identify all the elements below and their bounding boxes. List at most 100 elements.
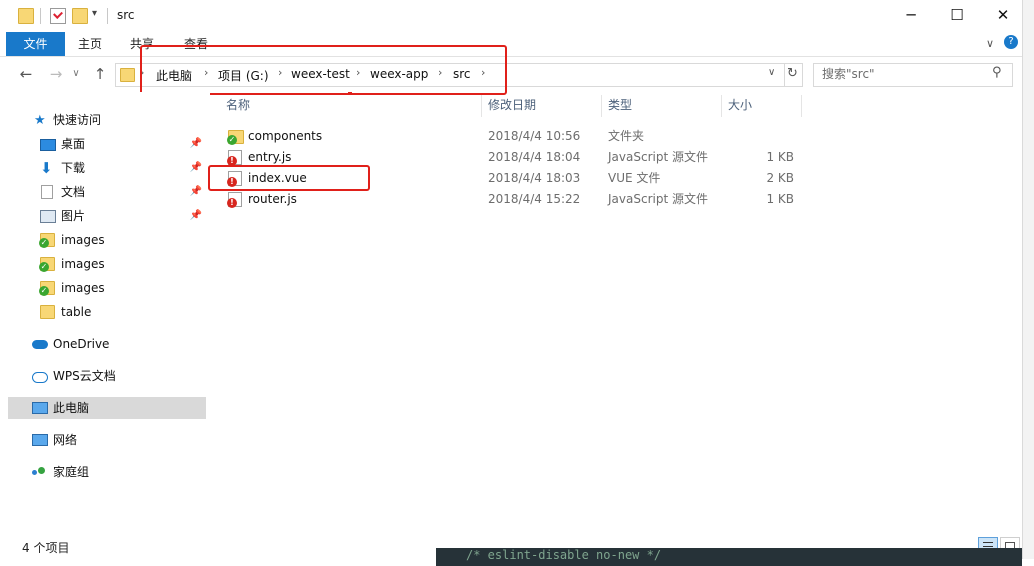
file-size: 2 KB (766, 171, 794, 185)
sync-ok-badge: ✓ (39, 286, 49, 296)
search-icon[interactable]: ⚲ (992, 65, 1002, 80)
sidebar-item-images[interactable]: ✓ images (8, 229, 206, 251)
file-date: 2018/4/4 15:22 (488, 192, 581, 206)
sidebar-item-label: 家庭组 (53, 465, 90, 479)
cloud-icon (32, 340, 48, 349)
column-headers: 名称 修改日期 类型 大小 (218, 93, 802, 117)
synced-folder-icon: ✓ (39, 281, 55, 296)
sidebar-item-network[interactable]: 网络 (8, 429, 206, 451)
synced-folder-icon: ✓ (39, 233, 55, 248)
column-header-type[interactable]: 类型 (600, 93, 720, 117)
file-type: VUE 文件 (608, 171, 661, 185)
homegroup-icon (32, 465, 46, 479)
item-count: 4 个项目 (22, 541, 70, 555)
maximize-button[interactable]: ☐ (934, 0, 980, 31)
file-name: router.js (248, 192, 297, 206)
quick-access-dropdown-icon[interactable]: ▾ (92, 8, 97, 19)
sidebar-item-wps-cloud[interactable]: WPS云文档 (8, 365, 206, 387)
sidebar-item-table[interactable]: table (8, 301, 206, 323)
folder-synced-icon: ✓ (227, 130, 244, 145)
download-icon: ⬇ (40, 159, 53, 177)
pin-icon[interactable]: 📌 (190, 157, 202, 179)
column-header-date[interactable]: 修改日期 (480, 93, 600, 117)
file-name: components (248, 129, 323, 143)
recent-locations-button[interactable]: ∨ (66, 64, 86, 84)
toolbar-separator (107, 8, 108, 24)
tab-file[interactable]: 文件 (6, 32, 65, 56)
column-header-size[interactable]: 大小 (720, 93, 800, 117)
sidebar-item-images[interactable]: ✓ images (8, 277, 206, 299)
sidebar-item-homegroup[interactable]: 家庭组 (8, 461, 206, 483)
table-row[interactable]: ✓ components 2018/4/4 10:56 文件夹 (218, 126, 802, 147)
sidebar-item-label: 图片 (61, 209, 86, 223)
file-date: 2018/4/4 10:56 (488, 129, 581, 143)
title-bar: ▾ src ─ ☐ ✕ (0, 0, 1022, 32)
file-type: JavaScript 源文件 (608, 192, 708, 206)
file-type: JavaScript 源文件 (608, 150, 708, 164)
new-folder-icon[interactable] (72, 8, 88, 24)
column-header-name[interactable]: 名称 (218, 93, 480, 117)
sidebar-item-label: 文档 (61, 185, 86, 199)
pin-icon[interactable]: 📌 (190, 133, 202, 155)
sidebar-item-label: 网络 (53, 433, 78, 447)
sidebar-item-onedrive[interactable]: OneDrive (8, 333, 206, 355)
file-conflict-icon: ! (227, 150, 242, 166)
annotation-file-highlight (208, 165, 370, 191)
sidebar-item-label: table (61, 305, 92, 319)
sidebar-item-label: WPS云文档 (53, 369, 116, 383)
file-date: 2018/4/4 18:04 (488, 150, 581, 164)
search-input[interactable] (814, 64, 992, 84)
file-size: 1 KB (766, 150, 794, 164)
pictures-icon (40, 210, 56, 223)
back-button[interactable]: ← (16, 64, 36, 84)
sidebar-item-label: 桌面 (61, 137, 86, 151)
sync-ok-badge: ✓ (39, 238, 49, 248)
minimize-button[interactable]: ─ (888, 0, 934, 31)
sidebar-item-label: 快速访问 (53, 113, 102, 127)
annotation-address-highlight (140, 45, 507, 95)
sidebar-item-quick-access[interactable]: ★ 快速访问 (8, 109, 206, 131)
sidebar-item-label: 此电脑 (53, 401, 90, 415)
table-row[interactable]: ! router.js 2018/4/4 15:22 JavaScript 源文… (218, 189, 802, 210)
tab-home[interactable]: 主页 (70, 32, 110, 56)
window-title: src (117, 8, 135, 22)
folder-icon (40, 305, 55, 319)
up-button[interactable]: ↑ (90, 64, 110, 84)
sidebar-item-pictures[interactable]: 图片 📌 (8, 205, 206, 227)
computer-icon (32, 402, 48, 414)
forward-button[interactable]: → (46, 64, 66, 84)
sidebar-item-desktop[interactable]: 桌面 📌 (8, 133, 206, 155)
folder-icon (120, 68, 135, 82)
network-icon (32, 434, 48, 446)
file-type: 文件夹 (608, 129, 645, 143)
sidebar-item-images[interactable]: ✓ images (8, 253, 206, 275)
folder-icon (18, 8, 34, 24)
sync-ok-badge: ✓ (227, 135, 237, 145)
navigation-pane: ★ 快速访问 桌面 📌 ⬇ 下载 📌 文档 📌 图片 📌 ✓ images ✓ … (0, 92, 210, 534)
sidebar-item-this-pc[interactable]: 此电脑 (8, 397, 206, 419)
sidebar-item-label: images (61, 257, 105, 271)
pin-icon[interactable]: 📌 (190, 181, 202, 203)
document-icon (41, 185, 53, 199)
background-code-editor: /* eslint-disable no-new */ (436, 548, 1022, 566)
cloud-outline-icon (32, 372, 48, 383)
sidebar-item-downloads[interactable]: ⬇ 下载 📌 (8, 157, 206, 179)
ribbon-collapse-icon[interactable]: ∨ (986, 37, 994, 50)
column-divider[interactable] (801, 95, 802, 117)
address-dropdown-icon[interactable]: ∨ (768, 67, 775, 78)
close-button[interactable]: ✕ (980, 0, 1026, 31)
address-divider (784, 64, 785, 86)
sync-ok-badge: ✓ (39, 262, 49, 272)
refresh-icon[interactable]: ↻ (787, 66, 798, 81)
background-window-edge (1022, 0, 1034, 566)
synced-folder-icon: ✓ (39, 257, 55, 272)
sidebar-item-label: images (61, 233, 105, 247)
sidebar-item-label: OneDrive (53, 337, 110, 351)
file-size: 1 KB (766, 192, 794, 206)
properties-icon[interactable] (50, 8, 66, 24)
help-icon[interactable]: ? (1004, 35, 1018, 49)
pin-icon[interactable]: 📌 (190, 205, 202, 227)
sidebar-item-documents[interactable]: 文档 📌 (8, 181, 206, 203)
search-box[interactable]: ⚲ (813, 63, 1013, 87)
editor-code-line: /* eslint-disable no-new */ (466, 548, 662, 562)
